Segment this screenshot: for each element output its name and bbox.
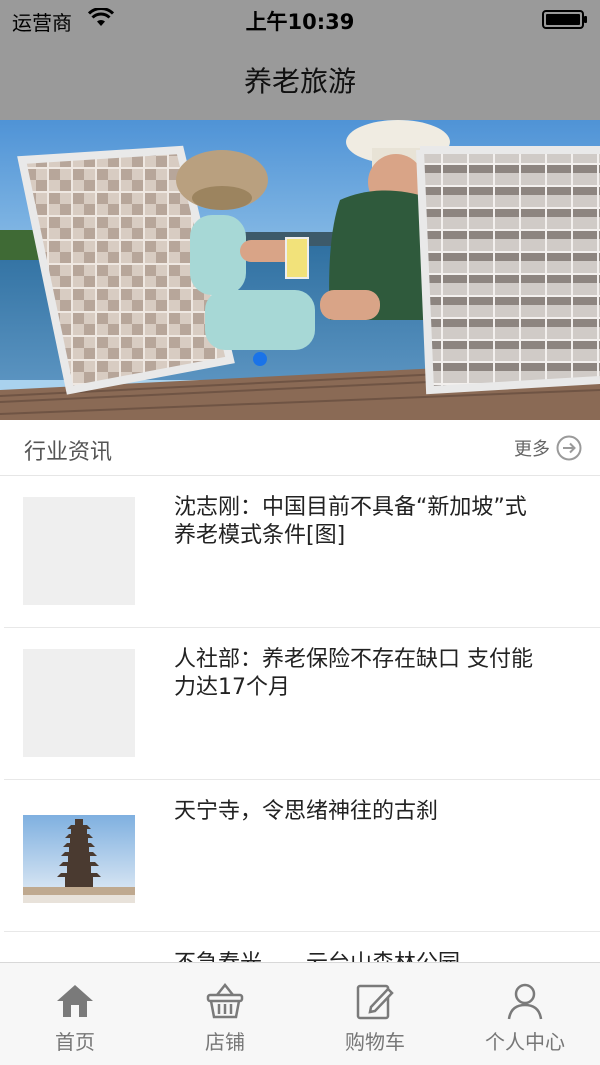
more-label: 更多: [514, 439, 550, 460]
tab-label: 店铺: [205, 1030, 245, 1054]
tab-bar: 首页 店铺 购物车 个人中心: [0, 962, 600, 1065]
tab-home[interactable]: 首页: [0, 963, 150, 1065]
news-item[interactable]: 天宁寺，令思绪神往的古刹: [4, 780, 600, 932]
nav-bar: 养老旅游: [0, 40, 600, 120]
edit-icon: [356, 984, 394, 1020]
news-thumbnail: [23, 497, 135, 605]
more-button[interactable]: 更多: [514, 434, 582, 462]
tab-label: 购物车: [345, 1030, 405, 1054]
arrow-right-circle-icon: [556, 435, 582, 461]
carousel-indicator[interactable]: [253, 352, 267, 366]
tab-label: 个人中心: [485, 1030, 565, 1054]
status-bar: 运营商 上午10:39: [0, 0, 600, 40]
tab-profile[interactable]: 个人中心: [450, 963, 600, 1065]
tab-shop[interactable]: 店铺: [150, 963, 300, 1065]
clock: 上午10:39: [245, 10, 355, 34]
page-title: 养老旅游: [243, 65, 356, 98]
news-title: 天宁寺，令思绪神往的古刹: [174, 799, 439, 824]
pagoda-image: [23, 815, 135, 903]
news-title: 人社部：养老保险不存在缺口 支付能力达17个月: [174, 647, 533, 700]
news-item[interactable]: 沈志刚：中国目前不具备“新加坡”式养老模式条件[图]: [4, 476, 600, 628]
section-title: 行业资讯: [24, 440, 113, 465]
tab-label: 首页: [55, 1030, 95, 1054]
user-icon: [507, 983, 543, 1020]
battery-icon: [542, 10, 587, 29]
basket-icon: [206, 982, 244, 1019]
news-thumbnail: [23, 815, 135, 903]
tab-cart[interactable]: 购物车: [300, 963, 450, 1065]
home-icon: [57, 985, 93, 1017]
news-item[interactable]: 人社部：养老保险不存在缺口 支付能力达17个月: [4, 628, 600, 780]
news-thumbnail: [23, 649, 135, 757]
news-title: 沈志刚：中国目前不具备“新加坡”式养老模式条件[图]: [174, 495, 527, 548]
section-header: 行业资讯 更多: [0, 420, 600, 476]
news-list: 沈志刚：中国目前不具备“新加坡”式养老模式条件[图] 人社部：养老保险不存在缺口…: [0, 476, 600, 972]
banner-image: [0, 120, 600, 420]
banner-carousel[interactable]: [0, 120, 600, 420]
